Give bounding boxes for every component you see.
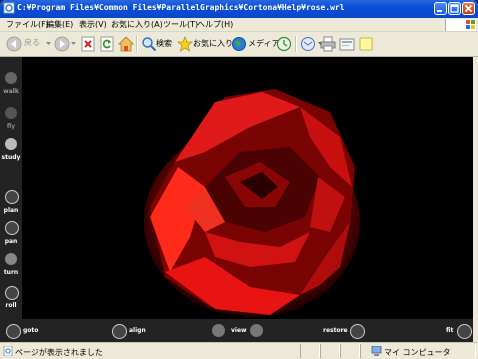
home-button[interactable]: [118, 36, 134, 52]
roll-label: roll: [5, 302, 17, 309]
fit-icon[interactable]: [457, 324, 472, 339]
chevron-down-icon: [46, 42, 51, 45]
restore-icon[interactable]: [350, 324, 365, 339]
refresh-icon: [100, 36, 114, 52]
messenger-button[interactable]: [358, 36, 374, 52]
forward-button[interactable]: [54, 36, 76, 52]
fly-label: fly: [6, 123, 16, 130]
printer-icon: [320, 36, 336, 52]
rose-3d-model: [144, 89, 360, 317]
plan-label: plan: [3, 207, 19, 214]
fly-icon: [5, 107, 17, 119]
window-title: C:¥Program Files¥Common Files¥ParallelGr…: [17, 3, 345, 12]
menu-bar: ファイル(F) 編集(E) 表示(V) お気に入り(A) ツール(T) ヘルプ(…: [0, 18, 478, 32]
refresh-button[interactable]: [99, 36, 115, 52]
history-icon: [276, 36, 292, 52]
edit-button[interactable]: [339, 36, 355, 52]
menu-file[interactable]: ファイル(F): [6, 19, 49, 30]
star-icon: [177, 36, 193, 52]
my-computer-icon: [371, 346, 382, 356]
mail-icon: [301, 37, 315, 51]
restore-button[interactable]: restore: [323, 327, 348, 334]
maximize-icon: [450, 4, 459, 13]
back-label: 戻る: [24, 38, 40, 47]
menu-edit[interactable]: 編集(E): [46, 19, 73, 30]
view-button[interactable]: view: [231, 327, 247, 334]
title-bar[interactable]: C:¥Program Files¥Common Files¥ParallelGr…: [0, 0, 478, 18]
study-icon: [5, 138, 17, 150]
maximize-button[interactable]: [448, 2, 461, 15]
home-icon: [118, 36, 134, 52]
edit-page-icon: [339, 38, 355, 51]
close-icon: [464, 4, 473, 13]
pan-icon: [5, 221, 19, 235]
menu-view[interactable]: 表示(V): [79, 19, 107, 30]
close-button[interactable]: [462, 2, 475, 15]
walk-label: walk: [3, 88, 19, 95]
search-icon: [142, 37, 157, 52]
previous-viewpoint-icon[interactable]: [212, 324, 225, 337]
stop-button[interactable]: [80, 36, 96, 52]
turn-label: turn: [3, 269, 19, 276]
chevron-down-icon: [71, 42, 76, 45]
print-button[interactable]: [320, 36, 336, 52]
menu-tools[interactable]: ツール(T): [163, 19, 198, 30]
cortona-navigation-bar: walk fly study plan pan turn roll: [0, 57, 22, 319]
next-viewpoint-icon[interactable]: [250, 324, 263, 337]
security-zone: マイ コンピュータ: [384, 348, 451, 357]
plan-icon: [5, 190, 19, 204]
browser-window: C:¥Program Files¥Common Files¥ParallelGr…: [0, 0, 478, 359]
stop-icon: [81, 36, 95, 52]
walk-icon: [5, 72, 17, 84]
menu-favorites[interactable]: お気に入り(A): [111, 19, 163, 30]
cortona-control-bar: goto align view restore fit: [0, 319, 473, 342]
back-arrow-icon: [6, 36, 22, 52]
goto-button[interactable]: goto: [23, 327, 38, 334]
study-label: study: [1, 154, 21, 161]
windows-flag-icon: [466, 20, 475, 29]
goto-icon[interactable]: [6, 324, 21, 339]
minimize-button[interactable]: [434, 2, 447, 15]
roll-icon: [5, 286, 19, 300]
right-border: [473, 57, 478, 342]
ie-document-icon: [3, 2, 15, 14]
menu-help[interactable]: ヘルプ(H): [197, 19, 233, 30]
status-text: ページが表示されました: [15, 348, 103, 357]
media-label: メディア: [248, 39, 280, 48]
forward-arrow-icon: [54, 36, 70, 52]
note-icon: [359, 37, 373, 51]
status-bar: ページが表示されました マイ コンピュータ: [0, 342, 478, 359]
back-button[interactable]: 戻る: [6, 36, 52, 52]
turn-icon: [5, 253, 17, 265]
page-done-icon: [3, 346, 13, 356]
vrml-viewport[interactable]: [0, 57, 473, 342]
media-globe-icon: [232, 37, 246, 51]
fit-button[interactable]: fit: [446, 327, 453, 334]
windows-logo: [445, 19, 476, 31]
align-icon[interactable]: [112, 324, 127, 339]
favorites-button[interactable]: お気に入り: [177, 36, 233, 52]
walk-button[interactable]: walk: [0, 72, 22, 112]
minimize-icon: [437, 10, 442, 12]
toolbar: 戻る 検索 お気に入り メディア: [0, 32, 478, 57]
search-button[interactable]: 検索: [141, 36, 173, 52]
search-label: 検索: [156, 39, 172, 48]
align-button[interactable]: align: [129, 327, 146, 334]
media-button[interactable]: メディア: [231, 36, 280, 52]
history-button[interactable]: [276, 36, 292, 52]
favorites-label: お気に入り: [193, 39, 233, 48]
study-button[interactable]: study: [0, 138, 22, 178]
pan-label: pan: [4, 238, 18, 245]
